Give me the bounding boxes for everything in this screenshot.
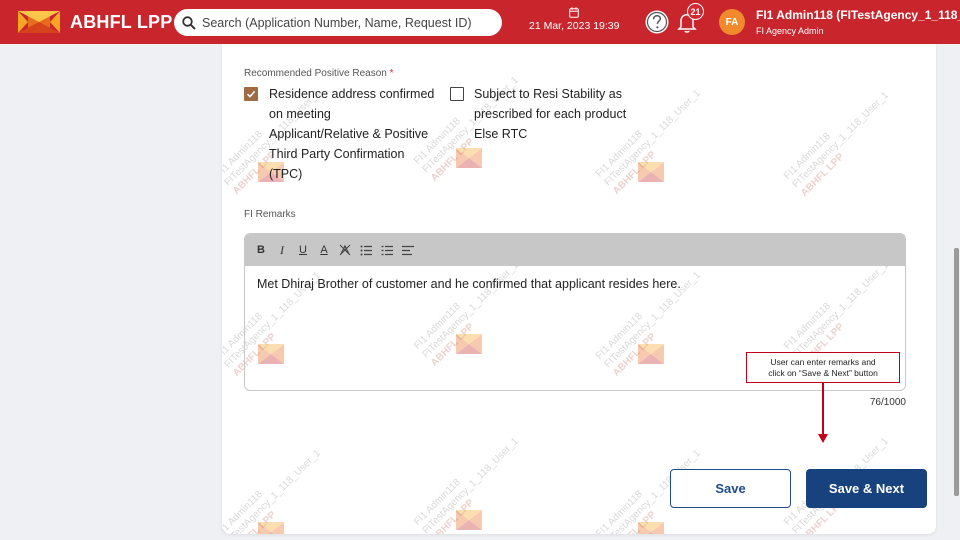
brand-name: ABHFL LPP bbox=[70, 12, 173, 32]
date-time-text: 21 Mar, 2023 19:39 bbox=[529, 20, 620, 32]
date-time: 21 Mar, 2023 19:39 bbox=[529, 7, 620, 32]
watermark-line-1: FI1 Admin118 bbox=[222, 488, 265, 534]
bold-button[interactable]: B bbox=[255, 243, 267, 257]
watermark-line-2: FITestAgency_1_118_User_1 bbox=[222, 447, 323, 534]
watermark-line-1: FI1 Admin118 bbox=[222, 128, 265, 180]
required-mark: * bbox=[389, 68, 394, 79]
save-next-button[interactable]: Save & Next bbox=[806, 469, 927, 508]
watermark-line-3: ABHFL LPP bbox=[428, 497, 477, 534]
font-color-button[interactable]: A bbox=[318, 243, 330, 257]
option-line: prescribed for each product bbox=[474, 107, 627, 121]
global-search[interactable] bbox=[174, 9, 502, 36]
italic-button[interactable]: I bbox=[276, 243, 288, 257]
underline-button[interactable]: U bbox=[297, 243, 309, 257]
watermark: FI1 Admin118FITestAgency_1_118_User_1ABH… bbox=[222, 439, 332, 534]
watermark-line-3: ABHFL LPP bbox=[610, 509, 659, 534]
align-left-icon bbox=[402, 245, 414, 255]
page-scrollbar[interactable] bbox=[954, 248, 959, 496]
annotation-arrow-line bbox=[822, 383, 824, 436]
option-line: on meeting bbox=[269, 107, 331, 121]
bullet-list-icon bbox=[360, 245, 372, 255]
option-line: (TPC) bbox=[269, 167, 303, 181]
option-line: Else RTC bbox=[474, 127, 528, 141]
calendar-icon bbox=[569, 7, 580, 18]
numbered-list-icon bbox=[381, 245, 393, 255]
option-line: Applicant/Relative & Positive bbox=[269, 127, 429, 141]
save-button[interactable]: Save bbox=[670, 469, 791, 508]
watermark-line-3: ABHFL LPP bbox=[230, 509, 279, 534]
watermark-logo bbox=[638, 522, 664, 534]
verification-card: FI1 Admin118 FITestAgency_1_118_User_1 ABH… bbox=[222, 44, 936, 534]
checkbox-resi-stability[interactable] bbox=[450, 87, 464, 101]
watermark-line-3: ABHFL LPP bbox=[798, 151, 847, 199]
watermark-logo bbox=[258, 522, 284, 534]
align-left-button[interactable] bbox=[402, 243, 414, 257]
checkbox-residence-confirmed[interactable] bbox=[244, 87, 258, 101]
watermark-line-2: FITestAgency_1_118_User_1 bbox=[790, 89, 891, 191]
notification-badge[interactable]: 21 bbox=[687, 3, 704, 20]
annotation-arrow-head-icon bbox=[818, 434, 828, 443]
recommended-reason-text: Recommended Positive Reason bbox=[244, 68, 387, 79]
annotation-line-2: click on “Save & Next” button bbox=[768, 368, 878, 378]
numbered-list-button[interactable] bbox=[381, 243, 393, 257]
watermark-line-3: ABHFL LPP bbox=[610, 149, 659, 197]
watermark-line-1: FI1 Admin118 bbox=[412, 476, 463, 528]
annotation-callout: User can enter remarks and click on “Sav… bbox=[746, 352, 900, 383]
watermark-line-2: FITestAgency_1_118_User_1 bbox=[420, 435, 521, 534]
remarks-text-area[interactable]: Met Dhiraj Brother of customer and he co… bbox=[245, 266, 905, 302]
option-line: Subject to Resi Stability as bbox=[474, 87, 622, 101]
annotation-line-1: User can enter remarks and bbox=[770, 357, 876, 367]
search-input[interactable] bbox=[202, 15, 492, 30]
watermark-logo bbox=[456, 510, 482, 530]
watermark-line-1: FI1 Admin118 bbox=[782, 130, 833, 182]
watermark: FI1 Admin118FITestAgency_1_118_User_1ABH… bbox=[412, 427, 530, 534]
user-name[interactable]: FI1 Admin118 (FITestAgency_1_118_User_1) bbox=[756, 8, 960, 22]
check-icon bbox=[246, 90, 256, 98]
help-icon[interactable] bbox=[644, 9, 670, 35]
char-counter: 76/1000 bbox=[869, 397, 906, 408]
fi-remarks-label: FI Remarks bbox=[244, 209, 296, 220]
option-residence-confirmed-label[interactable]: Residence address confirmed on meeting A… bbox=[269, 84, 469, 184]
clear-format-icon bbox=[339, 244, 351, 256]
avatar[interactable]: FA bbox=[719, 9, 745, 35]
editor-toolbar: B I U A bbox=[245, 234, 905, 266]
option-line: Residence address confirmed bbox=[269, 87, 435, 101]
watermark-line-1: FI1 Admin118 bbox=[594, 488, 645, 534]
top-bar: ABHFL LPP 21 Mar, 2023 19:39 21 FA FI1 A… bbox=[0, 0, 960, 44]
watermark-logo bbox=[638, 162, 664, 182]
option-resi-stability-label[interactable]: Subject to Resi Stability as prescribed … bbox=[474, 84, 674, 144]
abhfl-logo[interactable] bbox=[16, 9, 62, 35]
watermark: FI1 Admin118FITestAgency_1_118_User_1ABH… bbox=[782, 81, 900, 199]
bullet-list-button[interactable] bbox=[360, 243, 372, 257]
clear-format-button[interactable] bbox=[339, 243, 351, 257]
option-line: Third Party Confirmation bbox=[269, 147, 405, 161]
search-icon bbox=[182, 15, 196, 30]
recommended-reason-label: Recommended Positive Reason * bbox=[244, 68, 394, 79]
user-role: FI Agency Admin bbox=[756, 26, 824, 36]
